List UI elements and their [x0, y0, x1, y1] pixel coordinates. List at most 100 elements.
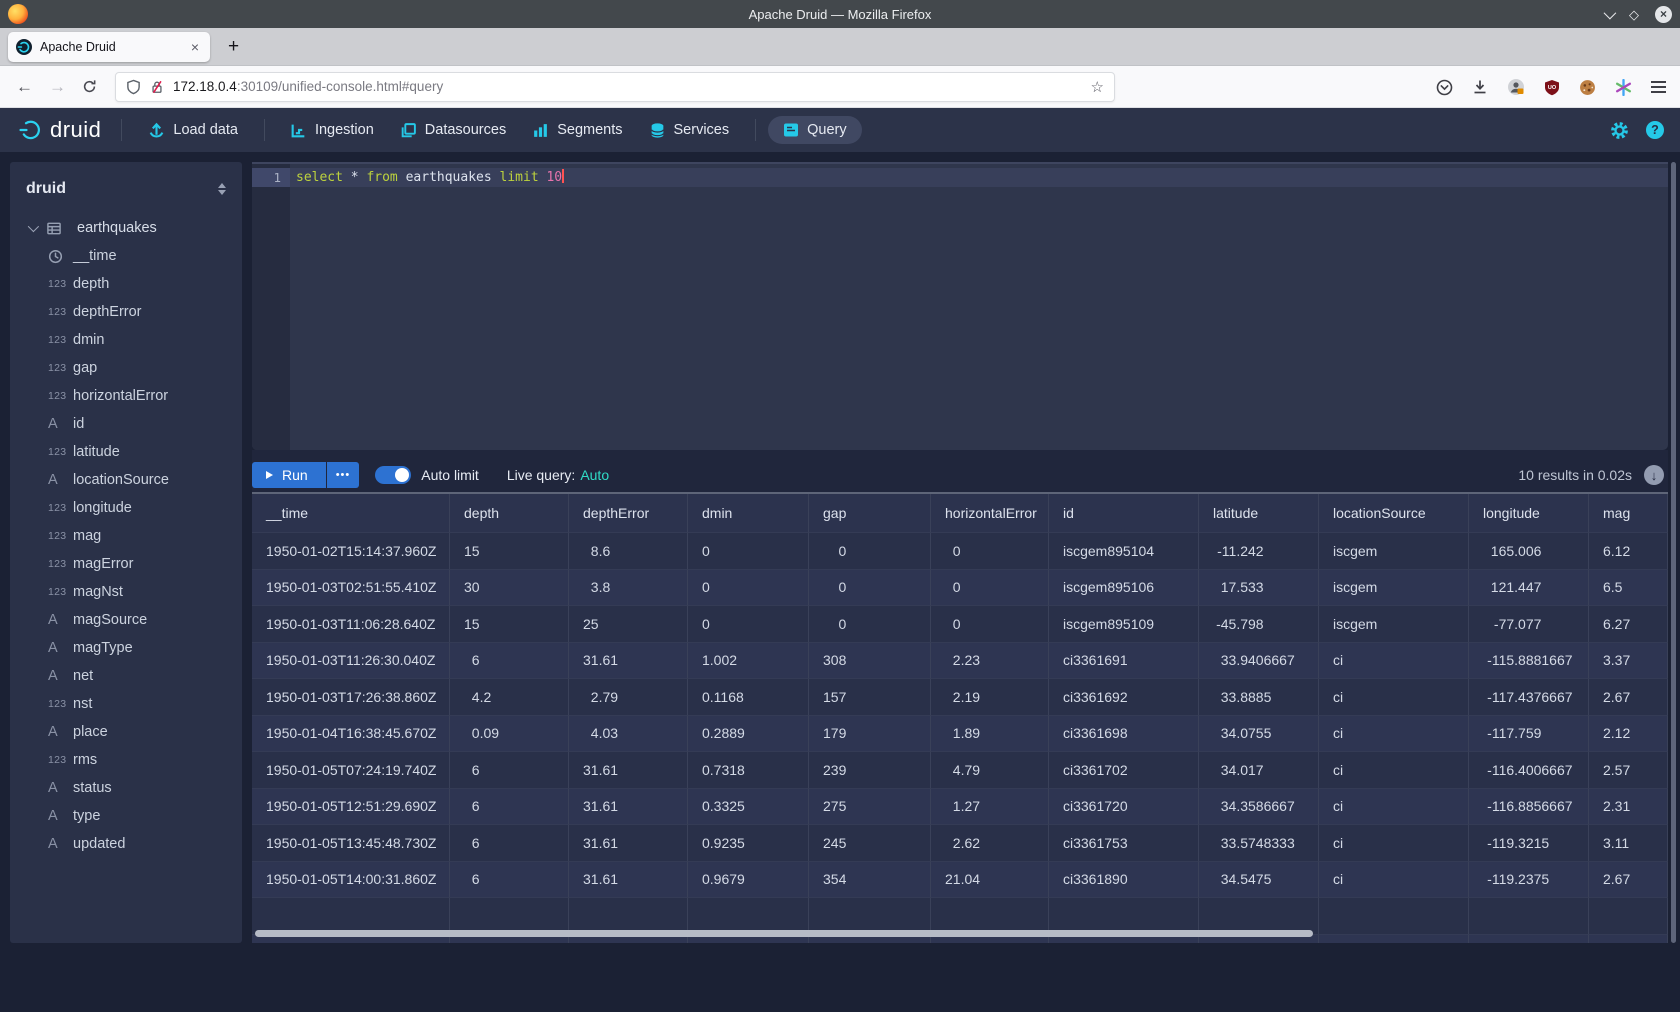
table-cell[interactable]: 1.002 — [688, 643, 809, 680]
window-minimize-icon[interactable] — [1604, 6, 1617, 19]
sidebar-column-depthError[interactable]: 123depthError — [10, 298, 242, 326]
insecure-lock-icon[interactable] — [150, 79, 164, 95]
nav-datasources[interactable]: Datasources — [400, 122, 506, 139]
table-cell[interactable]: 1950-01-03T11:26:30.040Z — [252, 643, 450, 680]
table-cell[interactable]: -116.8856667 — [1469, 789, 1589, 826]
table-cell[interactable]: 2.23 — [931, 643, 1049, 680]
sidebar-column-magNst[interactable]: 123magNst — [10, 578, 242, 606]
table-cell[interactable]: 1.27 — [931, 789, 1049, 826]
table-cell[interactable]: 1950-01-05T14:00:31.860Z — [252, 862, 450, 899]
sidebar-column-__time[interactable]: __time — [10, 242, 242, 270]
column-header-longitude[interactable]: longitude — [1469, 494, 1589, 533]
table-cell[interactable]: iscgem — [1319, 606, 1469, 643]
table-cell[interactable]: 0 — [688, 570, 809, 607]
table-cell[interactable]: 0.09 — [450, 716, 569, 753]
table-cell[interactable]: iscgem — [1319, 570, 1469, 607]
sidebar-column-longitude[interactable]: 123longitude — [10, 494, 242, 522]
window-close-icon[interactable]: × — [1655, 6, 1672, 23]
table-cell[interactable]: iscgem — [1319, 533, 1469, 570]
nav-segments[interactable]: Segments — [532, 122, 622, 139]
sidebar-column-locationSource[interactable]: AlocationSource — [10, 466, 242, 494]
table-cell[interactable]: 6 — [450, 643, 569, 680]
nav-ingestion[interactable]: Ingestion — [290, 122, 374, 139]
table-cell[interactable]: 4.79 — [931, 752, 1049, 789]
table-cell[interactable]: 2.67 — [1589, 862, 1668, 899]
table-cell[interactable]: 2.31 — [1589, 789, 1668, 826]
shield-icon[interactable] — [126, 79, 141, 95]
table-cell[interactable]: 354 — [809, 862, 931, 899]
table-cell[interactable]: 17.533 — [1199, 570, 1319, 607]
table-cell[interactable]: 308 — [809, 643, 931, 680]
sidebar-column-rms[interactable]: 123rms — [10, 746, 242, 774]
table-cell[interactable]: 0.3325 — [688, 789, 809, 826]
table-cell[interactable]: -119.3215 — [1469, 825, 1589, 862]
column-header-latitude[interactable]: latitude — [1199, 494, 1319, 533]
table-cell[interactable]: 239 — [809, 752, 931, 789]
pocket-icon[interactable] — [1436, 79, 1453, 96]
table-cell[interactable]: -11.242 — [1199, 533, 1319, 570]
run-more-button[interactable]: ••• — [327, 462, 360, 488]
sidebar-column-magError[interactable]: 123magError — [10, 550, 242, 578]
table-cell[interactable]: -115.8881667 — [1469, 643, 1589, 680]
table-cell[interactable]: 2.12 — [1589, 716, 1668, 753]
window-maximize-icon[interactable]: ◇ — [1629, 8, 1639, 21]
table-cell[interactable]: 1950-01-02T15:14:37.960Z — [252, 533, 450, 570]
table-cell[interactable]: ci — [1319, 789, 1469, 826]
table-cell[interactable]: 3.8 — [569, 570, 688, 607]
table-cell[interactable]: 34.3586667 — [1199, 789, 1319, 826]
sort-icon[interactable] — [218, 183, 226, 195]
nav-query[interactable]: Query — [768, 116, 862, 144]
table-cell[interactable]: 25 — [569, 606, 688, 643]
table-cell[interactable]: 2.19 — [931, 679, 1049, 716]
sidebar-column-horizontalError[interactable]: 123horizontalError — [10, 382, 242, 410]
table-cell[interactable]: 31.61 — [569, 825, 688, 862]
containers-asterisk-icon[interactable] — [1615, 79, 1632, 96]
table-cell[interactable]: 6 — [450, 862, 569, 899]
table-cell[interactable]: 0 — [688, 606, 809, 643]
column-header-dmin[interactable]: dmin — [688, 494, 809, 533]
table-cell[interactable]: 1950-01-03T02:51:55.410Z — [252, 570, 450, 607]
table-cell[interactable]: 1950-01-04T16:38:45.670Z — [252, 716, 450, 753]
datasource-item-earthquakes[interactable]: earthquakes — [10, 214, 242, 242]
table-cell[interactable]: 1950-01-03T11:06:28.640Z — [252, 606, 450, 643]
table-cell[interactable]: ci3361691 — [1049, 643, 1199, 680]
help-icon[interactable]: ? — [1646, 121, 1664, 139]
url-bar[interactable]: 172.18.0.4:30109/unified-console.html#qu… — [115, 72, 1115, 102]
table-cell[interactable]: 179 — [809, 716, 931, 753]
table-cell[interactable]: 121.447 — [1469, 570, 1589, 607]
chevron-down-icon[interactable] — [28, 221, 39, 232]
browser-tab[interactable]: Apache Druid × — [8, 32, 210, 62]
table-cell[interactable]: 6 — [450, 752, 569, 789]
column-header-depth[interactable]: depth — [450, 494, 569, 533]
sidebar-column-nst[interactable]: 123nst — [10, 690, 242, 718]
sidebar-column-status[interactable]: Astatus — [10, 774, 242, 802]
table-cell[interactable]: 0.1168 — [688, 679, 809, 716]
table-cell[interactable]: 0 — [688, 533, 809, 570]
table-cell[interactable]: 15 — [450, 606, 569, 643]
table-cell[interactable]: 33.5748333 — [1199, 825, 1319, 862]
table-cell[interactable]: 0 — [931, 570, 1049, 607]
table-cell[interactable]: 1950-01-05T07:24:19.740Z — [252, 752, 450, 789]
horizontal-scrollbar[interactable] — [255, 930, 1313, 937]
cookie-extension-icon[interactable] — [1579, 79, 1596, 96]
table-cell[interactable]: ci — [1319, 643, 1469, 680]
table-cell[interactable]: 6 — [450, 825, 569, 862]
table-cell[interactable]: 165.006 — [1469, 533, 1589, 570]
table-cell[interactable]: 2.67 — [1589, 679, 1668, 716]
table-cell[interactable]: 31.61 — [569, 752, 688, 789]
table-cell[interactable]: ci — [1319, 862, 1469, 899]
table-cell[interactable]: 0 — [809, 570, 931, 607]
table-cell[interactable]: 6.27 — [1589, 606, 1668, 643]
sidebar-column-place[interactable]: Aplace — [10, 718, 242, 746]
table-cell[interactable]: 2.79 — [569, 679, 688, 716]
sql-editor[interactable]: 1 select * from earthquakes limit 10 — [252, 162, 1668, 450]
table-cell[interactable]: 0 — [931, 533, 1049, 570]
editor-code-area[interactable]: select * from earthquakes limit 10 — [290, 164, 1668, 450]
table-cell[interactable]: 6 — [450, 789, 569, 826]
sidebar-column-type[interactable]: Atype — [10, 802, 242, 830]
table-cell[interactable]: 21.04 — [931, 862, 1049, 899]
nav-load-data[interactable]: Load data — [148, 122, 238, 139]
hamburger-menu-icon[interactable] — [1651, 81, 1666, 93]
table-cell[interactable]: 245 — [809, 825, 931, 862]
table-cell[interactable]: 33.8885 — [1199, 679, 1319, 716]
